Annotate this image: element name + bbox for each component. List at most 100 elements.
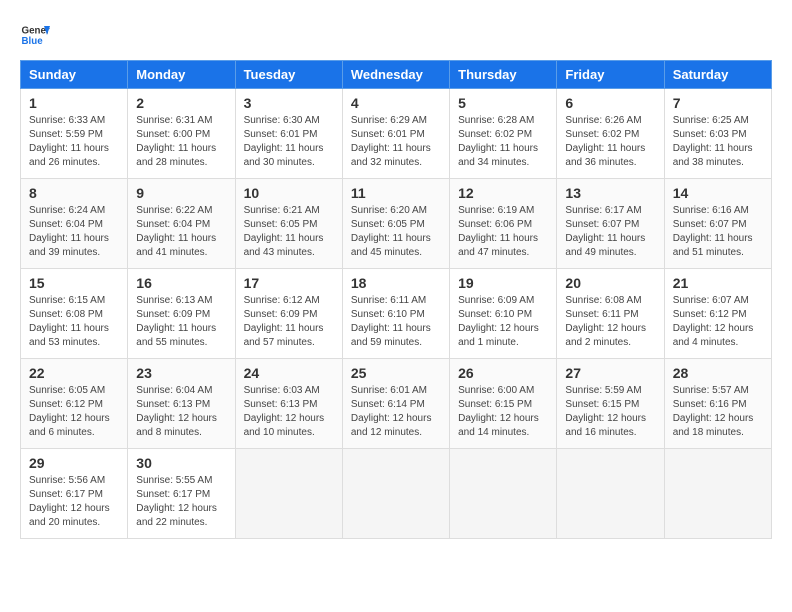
calendar-day-cell: 14 Sunrise: 6:16 AMSunset: 6:07 PMDaylig…	[664, 179, 771, 269]
day-info: Sunrise: 6:13 AMSunset: 6:09 PMDaylight:…	[136, 294, 226, 350]
calendar-day-cell: 4 Sunrise: 6:29 AMSunset: 6:01 PMDayligh…	[342, 89, 449, 179]
day-info: Sunrise: 6:09 AMSunset: 6:10 PMDaylight:…	[458, 294, 548, 350]
day-number: 17	[244, 275, 334, 291]
calendar-day-cell: 8 Sunrise: 6:24 AMSunset: 6:04 PMDayligh…	[21, 179, 128, 269]
calendar-day-cell: 6 Sunrise: 6:26 AMSunset: 6:02 PMDayligh…	[557, 89, 664, 179]
calendar-day-cell: 25 Sunrise: 6:01 AMSunset: 6:14 PMDaylig…	[342, 359, 449, 449]
day-info: Sunrise: 6:29 AMSunset: 6:01 PMDaylight:…	[351, 114, 441, 170]
calendar-day-cell: 12 Sunrise: 6:19 AMSunset: 6:06 PMDaylig…	[450, 179, 557, 269]
day-number: 27	[565, 365, 655, 381]
day-info: Sunrise: 6:24 AMSunset: 6:04 PMDaylight:…	[29, 204, 119, 260]
day-number: 26	[458, 365, 548, 381]
day-number: 7	[673, 95, 763, 111]
calendar-header-monday: Monday	[128, 61, 235, 89]
day-number: 6	[565, 95, 655, 111]
calendar-day-cell: 22 Sunrise: 6:05 AMSunset: 6:12 PMDaylig…	[21, 359, 128, 449]
calendar-day-cell: 16 Sunrise: 6:13 AMSunset: 6:09 PMDaylig…	[128, 269, 235, 359]
day-info: Sunrise: 6:05 AMSunset: 6:12 PMDaylight:…	[29, 384, 119, 440]
day-number: 12	[458, 185, 548, 201]
day-number: 29	[29, 455, 119, 471]
day-info: Sunrise: 6:17 AMSunset: 6:07 PMDaylight:…	[565, 204, 655, 260]
day-number: 19	[458, 275, 548, 291]
day-number: 28	[673, 365, 763, 381]
calendar-header-saturday: Saturday	[664, 61, 771, 89]
calendar-day-cell	[557, 449, 664, 539]
day-number: 4	[351, 95, 441, 111]
day-info: Sunrise: 6:28 AMSunset: 6:02 PMDaylight:…	[458, 114, 548, 170]
calendar-week-row: 22 Sunrise: 6:05 AMSunset: 6:12 PMDaylig…	[21, 359, 772, 449]
day-info: Sunrise: 6:16 AMSunset: 6:07 PMDaylight:…	[673, 204, 763, 260]
day-info: Sunrise: 6:33 AMSunset: 5:59 PMDaylight:…	[29, 114, 119, 170]
calendar-week-row: 8 Sunrise: 6:24 AMSunset: 6:04 PMDayligh…	[21, 179, 772, 269]
calendar-day-cell: 21 Sunrise: 6:07 AMSunset: 6:12 PMDaylig…	[664, 269, 771, 359]
calendar-header-thursday: Thursday	[450, 61, 557, 89]
day-info: Sunrise: 6:00 AMSunset: 6:15 PMDaylight:…	[458, 384, 548, 440]
calendar-day-cell: 1 Sunrise: 6:33 AMSunset: 5:59 PMDayligh…	[21, 89, 128, 179]
day-number: 1	[29, 95, 119, 111]
calendar-day-cell: 9 Sunrise: 6:22 AMSunset: 6:04 PMDayligh…	[128, 179, 235, 269]
calendar-day-cell: 11 Sunrise: 6:20 AMSunset: 6:05 PMDaylig…	[342, 179, 449, 269]
day-number: 11	[351, 185, 441, 201]
day-info: Sunrise: 6:12 AMSunset: 6:09 PMDaylight:…	[244, 294, 334, 350]
day-number: 8	[29, 185, 119, 201]
day-info: Sunrise: 6:11 AMSunset: 6:10 PMDaylight:…	[351, 294, 441, 350]
day-info: Sunrise: 6:25 AMSunset: 6:03 PMDaylight:…	[673, 114, 763, 170]
calendar-day-cell: 2 Sunrise: 6:31 AMSunset: 6:00 PMDayligh…	[128, 89, 235, 179]
calendar-day-cell: 7 Sunrise: 6:25 AMSunset: 6:03 PMDayligh…	[664, 89, 771, 179]
day-info: Sunrise: 6:20 AMSunset: 6:05 PMDaylight:…	[351, 204, 441, 260]
day-number: 25	[351, 365, 441, 381]
calendar-day-cell: 26 Sunrise: 6:00 AMSunset: 6:15 PMDaylig…	[450, 359, 557, 449]
day-info: Sunrise: 5:59 AMSunset: 6:15 PMDaylight:…	[565, 384, 655, 440]
day-info: Sunrise: 5:56 AMSunset: 6:17 PMDaylight:…	[29, 474, 119, 530]
day-info: Sunrise: 6:01 AMSunset: 6:14 PMDaylight:…	[351, 384, 441, 440]
day-number: 16	[136, 275, 226, 291]
day-info: Sunrise: 5:55 AMSunset: 6:17 PMDaylight:…	[136, 474, 226, 530]
calendar-day-cell	[664, 449, 771, 539]
calendar-header-friday: Friday	[557, 61, 664, 89]
day-number: 10	[244, 185, 334, 201]
day-info: Sunrise: 6:22 AMSunset: 6:04 PMDaylight:…	[136, 204, 226, 260]
calendar-day-cell: 30 Sunrise: 5:55 AMSunset: 6:17 PMDaylig…	[128, 449, 235, 539]
calendar-header-sunday: Sunday	[21, 61, 128, 89]
day-number: 3	[244, 95, 334, 111]
calendar-day-cell: 24 Sunrise: 6:03 AMSunset: 6:13 PMDaylig…	[235, 359, 342, 449]
calendar-table: SundayMondayTuesdayWednesdayThursdayFrid…	[20, 60, 772, 539]
calendar-week-row: 15 Sunrise: 6:15 AMSunset: 6:08 PMDaylig…	[21, 269, 772, 359]
logo-icon: General Blue	[20, 20, 50, 50]
day-info: Sunrise: 6:21 AMSunset: 6:05 PMDaylight:…	[244, 204, 334, 260]
calendar-day-cell: 3 Sunrise: 6:30 AMSunset: 6:01 PMDayligh…	[235, 89, 342, 179]
day-info: Sunrise: 6:07 AMSunset: 6:12 PMDaylight:…	[673, 294, 763, 350]
day-info: Sunrise: 6:15 AMSunset: 6:08 PMDaylight:…	[29, 294, 119, 350]
day-info: Sunrise: 6:31 AMSunset: 6:00 PMDaylight:…	[136, 114, 226, 170]
day-number: 13	[565, 185, 655, 201]
day-number: 22	[29, 365, 119, 381]
day-info: Sunrise: 6:19 AMSunset: 6:06 PMDaylight:…	[458, 204, 548, 260]
day-info: Sunrise: 6:26 AMSunset: 6:02 PMDaylight:…	[565, 114, 655, 170]
calendar-week-row: 1 Sunrise: 6:33 AMSunset: 5:59 PMDayligh…	[21, 89, 772, 179]
day-info: Sunrise: 6:03 AMSunset: 6:13 PMDaylight:…	[244, 384, 334, 440]
calendar-day-cell: 10 Sunrise: 6:21 AMSunset: 6:05 PMDaylig…	[235, 179, 342, 269]
day-number: 15	[29, 275, 119, 291]
day-number: 5	[458, 95, 548, 111]
calendar-week-row: 29 Sunrise: 5:56 AMSunset: 6:17 PMDaylig…	[21, 449, 772, 539]
calendar-day-cell: 5 Sunrise: 6:28 AMSunset: 6:02 PMDayligh…	[450, 89, 557, 179]
calendar-day-cell: 29 Sunrise: 5:56 AMSunset: 6:17 PMDaylig…	[21, 449, 128, 539]
calendar-day-cell: 13 Sunrise: 6:17 AMSunset: 6:07 PMDaylig…	[557, 179, 664, 269]
calendar-header-tuesday: Tuesday	[235, 61, 342, 89]
day-number: 24	[244, 365, 334, 381]
calendar-day-cell: 19 Sunrise: 6:09 AMSunset: 6:10 PMDaylig…	[450, 269, 557, 359]
calendar-day-cell: 15 Sunrise: 6:15 AMSunset: 6:08 PMDaylig…	[21, 269, 128, 359]
calendar-day-cell: 28 Sunrise: 5:57 AMSunset: 6:16 PMDaylig…	[664, 359, 771, 449]
calendar-header-wednesday: Wednesday	[342, 61, 449, 89]
calendar-day-cell: 20 Sunrise: 6:08 AMSunset: 6:11 PMDaylig…	[557, 269, 664, 359]
day-info: Sunrise: 6:04 AMSunset: 6:13 PMDaylight:…	[136, 384, 226, 440]
calendar-day-cell	[235, 449, 342, 539]
calendar-body: 1 Sunrise: 6:33 AMSunset: 5:59 PMDayligh…	[21, 89, 772, 539]
calendar-day-cell: 17 Sunrise: 6:12 AMSunset: 6:09 PMDaylig…	[235, 269, 342, 359]
logo: General Blue	[20, 20, 50, 50]
day-info: Sunrise: 5:57 AMSunset: 6:16 PMDaylight:…	[673, 384, 763, 440]
calendar-day-cell: 23 Sunrise: 6:04 AMSunset: 6:13 PMDaylig…	[128, 359, 235, 449]
day-number: 18	[351, 275, 441, 291]
svg-text:Blue: Blue	[22, 36, 44, 47]
day-number: 2	[136, 95, 226, 111]
